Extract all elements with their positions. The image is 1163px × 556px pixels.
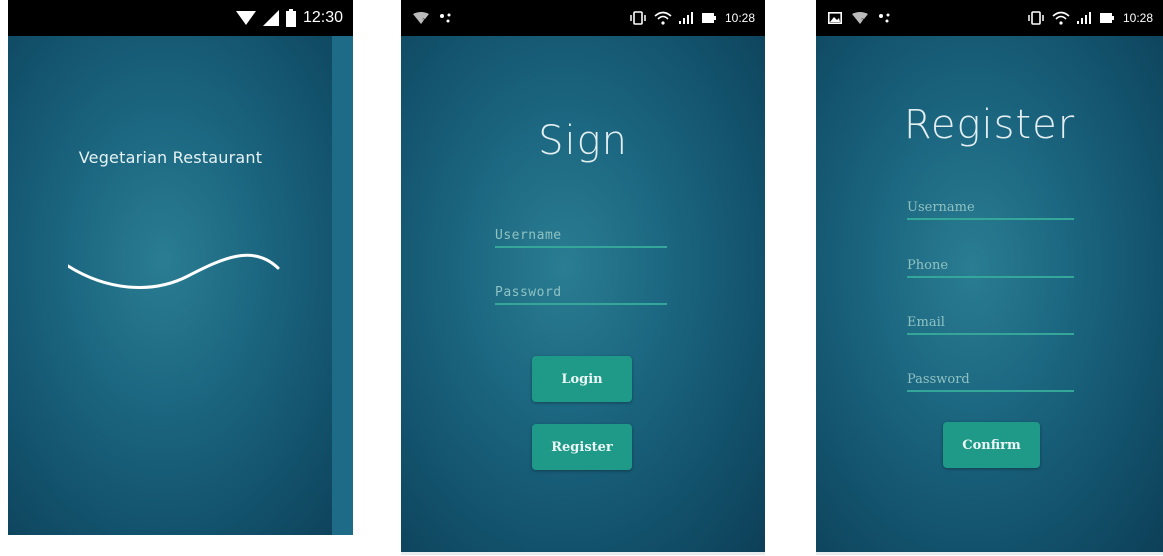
status-time: 12:30: [302, 9, 343, 26]
wave-line-icon: [66, 246, 283, 300]
password-input[interactable]: [907, 368, 1074, 391]
bottom-edge: [816, 552, 1163, 555]
splash-screen: 12:30 Vegetarian Restaurant: [8, 0, 353, 544]
sign-screen: ? 10:28 Sign Login Regi: [401, 0, 765, 555]
phone-field[interactable]: [907, 254, 1074, 278]
battery-charging-icon: [701, 12, 718, 24]
username-input[interactable]: [907, 196, 1074, 219]
signal-dots-icon: [878, 12, 892, 24]
page-title: Register: [903, 102, 1076, 148]
status-time: 10:28: [1122, 11, 1153, 25]
image-notification-icon: [828, 12, 842, 24]
status-time: 10:28: [724, 11, 755, 25]
bottom-strip: [8, 535, 353, 544]
confirm-button[interactable]: Confirm: [943, 422, 1040, 468]
status-bar: ? 10:28: [401, 0, 765, 36]
wifi-question-icon: ?: [413, 12, 429, 24]
username-input[interactable]: [495, 224, 667, 247]
battery-icon: [285, 9, 296, 27]
login-button[interactable]: Login: [532, 356, 632, 402]
register-button[interactable]: Register: [532, 424, 632, 470]
wifi-icon: [1052, 11, 1070, 25]
status-bar: ? 10:28: [816, 0, 1163, 36]
signal-dots-icon: [439, 12, 453, 24]
svg-text:?: ?: [861, 18, 864, 24]
signal-bars-icon: [678, 11, 695, 25]
phone-input[interactable]: [907, 254, 1074, 277]
username-field[interactable]: [907, 196, 1074, 220]
vibrate-icon: [629, 11, 647, 25]
page-title: Sign: [538, 118, 628, 164]
signal-bars-icon: [1076, 11, 1093, 25]
status-bar: 12:30: [8, 0, 353, 36]
side-strip: [332, 36, 353, 544]
password-field[interactable]: [907, 368, 1074, 392]
wifi-question-icon: ?: [852, 12, 868, 24]
register-screen: ? 10:28 Register Username Phone Email Co…: [816, 0, 1163, 555]
email-input[interactable]: [907, 311, 1074, 334]
password-input[interactable]: [495, 281, 667, 304]
wifi-icon: [654, 11, 672, 25]
password-field[interactable]: [495, 281, 667, 305]
bottom-edge: [401, 552, 765, 555]
signal-icon: [262, 10, 279, 26]
wifi-icon: [235, 10, 256, 26]
vibrate-icon: [1027, 11, 1045, 25]
email-field[interactable]: [907, 311, 1074, 335]
app-name: Vegetarian Restaurant: [78, 148, 263, 167]
svg-text:?: ?: [422, 18, 425, 24]
battery-charging-icon: [1099, 12, 1116, 24]
username-field[interactable]: [495, 224, 667, 248]
